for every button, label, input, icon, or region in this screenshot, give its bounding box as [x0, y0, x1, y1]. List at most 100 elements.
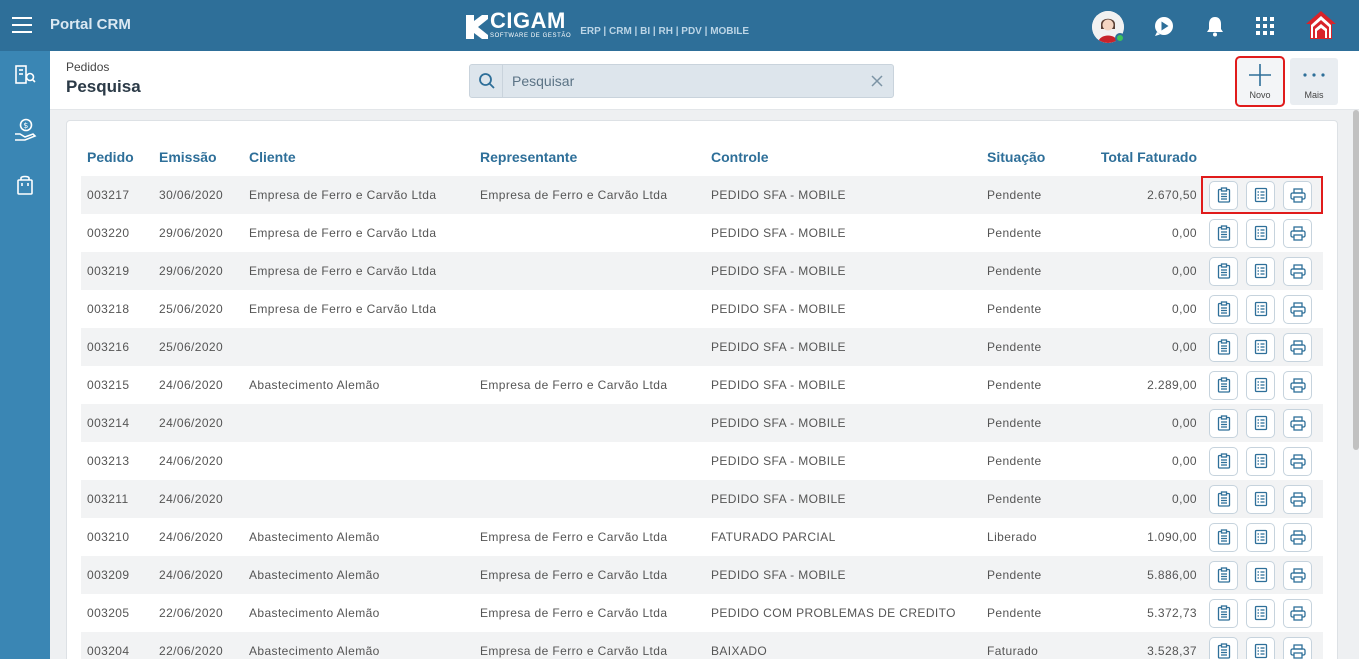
bell-icon[interactable]	[1199, 10, 1231, 42]
col-total-faturado[interactable]: Total Faturado	[1071, 138, 1201, 176]
table-row[interactable]: 003218 25/06/2020 Empresa de Ferro e Carvã…	[81, 290, 1323, 328]
cell-representante: Empresa de Ferro e Carvão Ltda	[480, 378, 668, 392]
cell-cliente: Abastecimento Alemão	[249, 606, 380, 620]
cell-pedido: 003211	[81, 480, 153, 518]
clipboard-button[interactable]	[1209, 370, 1238, 400]
cell-situacao: Pendente	[981, 176, 1071, 214]
menu-icon[interactable]	[12, 17, 32, 33]
table-row[interactable]: 003215 24/06/2020 Abastecimento Alemão Empr…	[81, 366, 1323, 404]
table-row[interactable]: 003214 24/06/2020 PEDIDO SFA - MOBILE Pende…	[81, 404, 1323, 442]
cell-representante	[474, 404, 705, 442]
printer-button[interactable]	[1283, 408, 1312, 438]
page-header: Pedidos Pesquisa Novo Mais	[50, 51, 1359, 110]
page-title: Pesquisa	[66, 77, 141, 96]
printer-button[interactable]	[1283, 256, 1312, 286]
checklist-button[interactable]	[1246, 522, 1275, 552]
cell-controle: PEDIDO SFA - MOBILE	[705, 556, 981, 594]
finance-icon[interactable]: $	[9, 114, 41, 146]
mais-button[interactable]: Mais	[1290, 58, 1338, 105]
checklist-icon	[1254, 377, 1268, 393]
orders-bag-icon[interactable]	[9, 169, 41, 201]
col-controle[interactable]: Controle	[705, 138, 981, 176]
col-situacao[interactable]: Situação	[981, 138, 1071, 176]
clipboard-button[interactable]	[1209, 636, 1238, 659]
directory-icon[interactable]	[9, 59, 41, 91]
checklist-button[interactable]	[1246, 446, 1275, 476]
checklist-button[interactable]	[1246, 294, 1275, 324]
checklist-button[interactable]	[1246, 256, 1275, 286]
cell-controle: PEDIDO SFA - MOBILE	[711, 302, 846, 316]
cell-controle: PEDIDO SFA - MOBILE	[705, 252, 981, 290]
checklist-button[interactable]	[1246, 408, 1275, 438]
clipboard-button[interactable]	[1209, 598, 1238, 628]
printer-button[interactable]	[1283, 598, 1312, 628]
printer-button[interactable]	[1283, 370, 1312, 400]
row-actions	[1201, 366, 1323, 404]
cell-representante	[474, 214, 705, 252]
printer-button[interactable]	[1283, 218, 1312, 248]
checklist-button[interactable]	[1246, 598, 1275, 628]
clipboard-button[interactable]	[1209, 408, 1238, 438]
clipboard-button[interactable]	[1209, 332, 1238, 362]
checklist-button[interactable]	[1246, 332, 1275, 362]
cell-controle: BAIXADO	[705, 632, 981, 659]
col-emissao[interactable]: Emissão	[153, 138, 243, 176]
scrollbar[interactable]	[1353, 110, 1359, 450]
clipboard-button[interactable]	[1209, 484, 1238, 514]
table-row[interactable]: 003220 29/06/2020 Empresa de Ferro e Carvã…	[81, 214, 1323, 252]
play-circle-icon[interactable]	[1148, 10, 1180, 42]
home-icon[interactable]	[1304, 8, 1338, 42]
table-row[interactable]: 003205 22/06/2020 Abastecimento Alemão Empr…	[81, 594, 1323, 632]
checklist-icon	[1254, 529, 1268, 545]
clipboard-button[interactable]	[1209, 560, 1238, 590]
breadcrumb[interactable]: Pedidos	[66, 60, 109, 74]
printer-button[interactable]	[1283, 560, 1312, 590]
clipboard-button[interactable]	[1209, 294, 1238, 324]
printer-button[interactable]	[1283, 332, 1312, 362]
printer-button[interactable]	[1283, 180, 1312, 210]
apps-grid-icon[interactable]	[1249, 10, 1281, 42]
cell-total: 5.372,73	[1147, 606, 1197, 620]
table-row[interactable]: 003204 22/06/2020 Abastecimento Alemão Empr…	[81, 632, 1323, 659]
row-actions	[1201, 556, 1323, 594]
checklist-button[interactable]	[1246, 484, 1275, 514]
clipboard-button[interactable]	[1209, 218, 1238, 248]
col-pedido[interactable]: Pedido	[81, 138, 153, 176]
cell-emissao: 24/06/2020	[153, 404, 243, 442]
search-icon[interactable]	[474, 68, 500, 94]
checklist-icon	[1254, 339, 1268, 355]
clipboard-button[interactable]	[1209, 256, 1238, 286]
cell-cliente: Empresa de Ferro e Carvão Ltda	[243, 176, 474, 214]
checklist-button[interactable]	[1246, 560, 1275, 590]
mais-label: Mais	[1304, 90, 1324, 100]
clear-search-icon[interactable]	[870, 74, 884, 88]
table-row[interactable]: 003210 24/06/2020 Abastecimento Alemão Empr…	[81, 518, 1323, 556]
table-row[interactable]: 003209 24/06/2020 Abastecimento Alemão Empr…	[81, 556, 1323, 594]
clipboard-button[interactable]	[1209, 522, 1238, 552]
table-header-row: Pedido Emissão Cliente Representante Con…	[81, 138, 1323, 176]
printer-button[interactable]	[1283, 522, 1312, 552]
printer-button[interactable]	[1283, 484, 1312, 514]
clipboard-button[interactable]	[1209, 180, 1238, 210]
col-representante[interactable]: Representante	[474, 138, 705, 176]
printer-button[interactable]	[1283, 446, 1312, 476]
checklist-button[interactable]	[1246, 636, 1275, 659]
search-input[interactable]	[512, 71, 852, 91]
printer-button[interactable]	[1283, 294, 1312, 324]
more-dots-icon	[1302, 62, 1326, 88]
row-actions	[1201, 594, 1323, 632]
checklist-icon	[1254, 225, 1268, 241]
novo-button[interactable]: Novo	[1235, 56, 1285, 107]
clipboard-button[interactable]	[1209, 446, 1238, 476]
col-cliente[interactable]: Cliente	[243, 138, 474, 176]
table-row[interactable]: 003213 24/06/2020 PEDIDO SFA - MOBILE Pende…	[81, 442, 1323, 480]
table-row[interactable]: 003219 29/06/2020 Empresa de Ferro e Carvã…	[81, 252, 1323, 290]
table-row[interactable]: 003217 30/06/2020 Empresa de Ferro e Carvã…	[81, 176, 1323, 214]
cell-controle: PEDIDO SFA - MOBILE	[705, 404, 981, 442]
checklist-button[interactable]	[1246, 218, 1275, 248]
checklist-button[interactable]	[1246, 180, 1275, 210]
table-row[interactable]: 003216 25/06/2020 PEDIDO SFA - MOBILE Pende…	[81, 328, 1323, 366]
table-row[interactable]: 003211 24/06/2020 PEDIDO SFA - MOBILE Pende…	[81, 480, 1323, 518]
printer-button[interactable]	[1283, 636, 1312, 659]
checklist-button[interactable]	[1246, 370, 1275, 400]
